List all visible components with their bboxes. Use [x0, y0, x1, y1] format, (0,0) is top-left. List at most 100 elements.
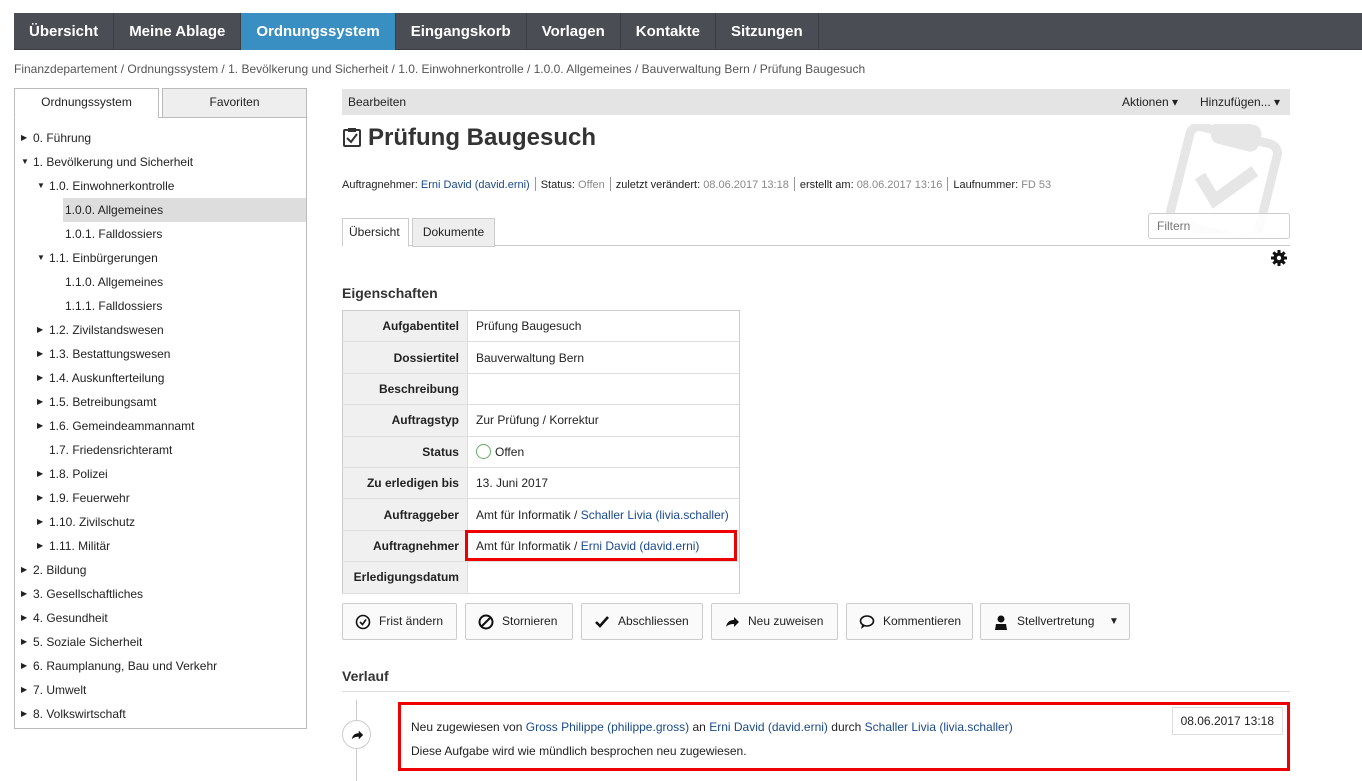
tree-item[interactable]: ▶ 1.2. Zivilstandswesen	[15, 318, 306, 342]
comment-button[interactable]: Kommentieren	[846, 603, 973, 640]
sidebar-tab-repository[interactable]: Ordnungssystem	[14, 88, 159, 118]
button-label: Stellvertretung	[1017, 614, 1095, 628]
tree-item[interactable]: ▼ 1.1. Einbürgerungen	[15, 246, 306, 270]
edit-button[interactable]: Bearbeiten	[348, 95, 406, 109]
nav-meetings[interactable]: Sitzungen	[716, 13, 819, 50]
content-toolbar: Bearbeiten Aktionen ▾ Hinzufügen... ▾	[342, 89, 1290, 115]
tree-item[interactable]: ▶ 2. Bildung	[15, 558, 306, 582]
caret-right-icon[interactable]: ▶	[37, 390, 43, 414]
status-value: Offen	[494, 445, 525, 460]
caret-right-icon[interactable]: ▶	[37, 462, 43, 486]
change-deadline-button[interactable]: Frist ändern	[342, 603, 457, 640]
caret-right-icon[interactable]: ▶	[21, 630, 27, 654]
tree-item[interactable]: ▶ 1.5. Betreibungsamt	[15, 390, 306, 414]
tree-item-label: 1.0.1. Falldossiers	[65, 227, 163, 241]
page-title: Prüfung Baugesuch	[342, 124, 596, 152]
breadcrumb[interactable]: Finanzdepartement / Ordnungssystem / 1. …	[14, 62, 865, 76]
tree-item-label: 5. Soziale Sicherheit	[33, 635, 143, 649]
repository-tree: ▶ 0. Führung ▼ 1. Bevölkerung und Sicherhei…	[14, 117, 307, 729]
filter-input[interactable]	[1148, 213, 1290, 239]
tree-item[interactable]: 1.7. Friedensrichteramt	[15, 438, 306, 462]
tree-item[interactable]: ▶ 6. Raumplanung, Bau und Verkehr	[15, 654, 306, 678]
meta-number-value: FD 53	[1021, 179, 1052, 191]
prop-key: Auftraggeber	[342, 498, 468, 531]
caret-right-icon[interactable]: ▶	[21, 582, 27, 606]
issuer-link[interactable]: Schaller Livia (livia.schaller)	[581, 508, 729, 522]
chevron-down-icon: ▼	[1109, 616, 1119, 627]
caret-right-icon[interactable]: ▶	[37, 510, 43, 534]
tree-item-label: 7. Umwelt	[33, 683, 87, 697]
caret-right-icon[interactable]: ▶	[37, 414, 43, 438]
nav-my-repository[interactable]: Meine Ablage	[114, 13, 242, 50]
tree-item-label: 1.9. Feuerwehr	[49, 491, 130, 505]
tree-item-label: 2. Bildung	[33, 563, 87, 577]
tree-item[interactable]: ▶ 1.11. Militär	[15, 534, 306, 558]
tree-item-label: 1. Bevölkerung und Sicherheit	[33, 155, 194, 169]
tree-item[interactable]: ▶ 1.9. Feuerwehr	[15, 486, 306, 510]
caret-right-icon[interactable]: ▶	[21, 558, 27, 582]
cancel-icon	[478, 614, 494, 630]
tree-item[interactable]: 1.1.0. Allgemeines	[15, 270, 306, 294]
history-from-link[interactable]: Gross Philippe (philippe.gross)	[526, 720, 689, 734]
tree-item[interactable]: ▶ 5. Soziale Sicherheit	[15, 630, 306, 654]
issuer-org: Amt für Informatik /	[475, 507, 581, 522]
gear-icon[interactable]	[1270, 249, 1288, 267]
nav-templates[interactable]: Vorlagen	[527, 13, 621, 50]
tree-item[interactable]: ▶ 3. Gesellschaftliches	[15, 582, 306, 606]
tree-item[interactable]: ▶ 1.8. Polizei	[15, 462, 306, 486]
history-to-link[interactable]: Erni David (david.erni)	[709, 720, 828, 734]
caret-right-icon[interactable]: ▶	[37, 366, 43, 390]
prop-value	[467, 561, 740, 594]
caret-right-icon[interactable]: ▶	[37, 342, 43, 366]
caret-down-icon[interactable]: ▼	[37, 174, 45, 198]
tree-item[interactable]: ▶ 4. Gesundheit	[15, 606, 306, 630]
task-meta: Auftragnehmer: Erni David (david.erni) St…	[342, 177, 1051, 191]
tree-item[interactable]: ▶ 1.4. Auskunfterteilung	[15, 366, 306, 390]
caret-right-icon[interactable]: ▶	[21, 126, 27, 150]
caret-right-icon[interactable]: ▶	[37, 534, 43, 558]
history-by-link[interactable]: Schaller Livia (livia.schaller)	[865, 720, 1013, 734]
tree-item[interactable]: ▶ 1.3. Bestattungswesen	[15, 342, 306, 366]
prop-key: Auftragnehmer	[342, 530, 468, 563]
cancel-task-button[interactable]: Stornieren	[465, 603, 573, 640]
reassign-button[interactable]: Neu zuweisen	[711, 603, 838, 640]
nav-inbox[interactable]: Eingangskorb	[396, 13, 527, 50]
close-task-button[interactable]: Abschliessen	[581, 603, 703, 640]
tree-item[interactable]: 1.0.1. Falldossiers	[15, 222, 306, 246]
tree-item[interactable]: ▶ 1.10. Zivilschutz	[15, 510, 306, 534]
properties-heading: Eigenschaften	[342, 285, 438, 301]
table-row: Auftragstyp Zur Prüfung / Korrektur	[342, 404, 740, 437]
caret-right-icon[interactable]: ▶	[21, 702, 27, 726]
tab-overview[interactable]: Übersicht	[342, 218, 409, 247]
caret-right-icon[interactable]: ▶	[37, 318, 43, 342]
caret-right-icon[interactable]: ▶	[37, 486, 43, 510]
tree-item[interactable]: ▶ 8. Volkswirtschaft	[15, 702, 306, 726]
nav-overview[interactable]: Übersicht	[14, 13, 115, 50]
table-row: Status Offen	[342, 436, 740, 468]
tree-item[interactable]: ▼ 1. Bevölkerung und Sicherheit	[15, 150, 306, 174]
history-entry-summary: Neu zugewiesen von Gross Philippe (phili…	[411, 720, 1013, 734]
tree-item[interactable]: ▶ 1.6. Gemeindeammannamt	[15, 414, 306, 438]
actions-menu[interactable]: Aktionen ▾	[1122, 95, 1178, 109]
tree-item[interactable]: ▶ 0. Führung	[15, 126, 306, 150]
meta-modified-label: zuletzt verändert:	[615, 179, 701, 191]
nav-repository-root[interactable]: Ordnungssystem	[241, 13, 396, 50]
sidebar-tabs: Ordnungssystem Favoriten	[14, 88, 307, 118]
tree-item-label: 1.5. Betreibungsamt	[49, 395, 157, 409]
tab-documents[interactable]: Dokumente	[412, 218, 495, 247]
tree-item[interactable]: ▶ 7. Umwelt	[15, 678, 306, 702]
meta-assignee-link[interactable]: Erni David (david.erni)	[421, 179, 530, 191]
caret-right-icon[interactable]: ▶	[21, 606, 27, 630]
timeline-reassign-icon	[342, 720, 371, 749]
sidebar-tab-favorites[interactable]: Favoriten	[162, 88, 307, 118]
tree-item[interactable]: 1.0.0. Allgemeines	[15, 198, 306, 222]
caret-down-icon[interactable]: ▼	[37, 246, 45, 270]
caret-right-icon[interactable]: ▶	[21, 654, 27, 678]
nav-contacts[interactable]: Kontakte	[621, 13, 716, 50]
tree-item[interactable]: ▼ 1.0. Einwohnerkontrolle	[15, 174, 306, 198]
add-menu[interactable]: Hinzufügen... ▾	[1200, 95, 1280, 109]
tree-item[interactable]: 1.1.1. Falldossiers	[15, 294, 306, 318]
caret-right-icon[interactable]: ▶	[21, 678, 27, 702]
substitution-dropdown[interactable]: Stellvertretung ▼	[980, 603, 1130, 640]
caret-down-icon[interactable]: ▼	[21, 150, 29, 174]
